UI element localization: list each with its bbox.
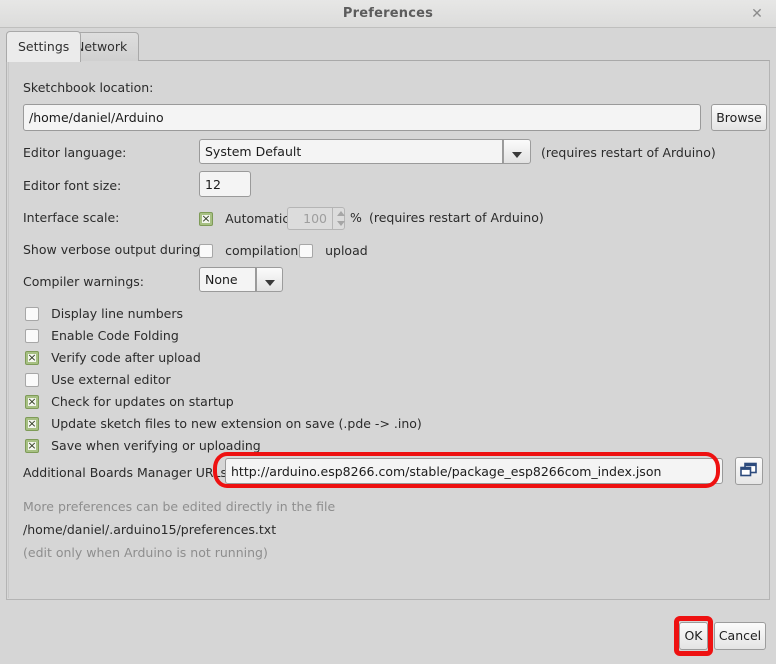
multi-window-icon bbox=[740, 462, 758, 480]
settings-panel-inner: Sketchbook location: Browse Editor langu… bbox=[8, 62, 769, 598]
stepper-up-icon bbox=[337, 211, 345, 216]
interface-scale-restart-note: (requires restart of Arduino) bbox=[369, 210, 544, 225]
interface-scale-value: 100 bbox=[287, 207, 332, 230]
checkbox-use-external-editor[interactable] bbox=[25, 373, 39, 387]
verbose-output-label: Show verbose output during: bbox=[23, 242, 204, 257]
option-row-enable-code-folding[interactable]: Enable Code Folding bbox=[25, 325, 179, 345]
tab-settings[interactable]: Settings bbox=[6, 31, 81, 62]
interface-scale-automatic-row[interactable]: Automatic bbox=[199, 208, 289, 228]
label-enable-code-folding: Enable Code Folding bbox=[51, 328, 179, 343]
sketchbook-location-label: Sketchbook location: bbox=[23, 80, 153, 95]
checkbox-save-when-verifying[interactable] bbox=[25, 439, 39, 453]
interface-scale-label: Interface scale: bbox=[23, 210, 119, 225]
verbose-upload-label: upload bbox=[325, 243, 368, 258]
editor-language-dropdown-button[interactable] bbox=[503, 139, 531, 164]
title-bar: Preferences ✕ bbox=[0, 0, 776, 28]
tab-strip: Settings Network bbox=[0, 28, 776, 61]
checkbox-verify-code-after-upload[interactable] bbox=[25, 351, 39, 365]
close-icon[interactable]: ✕ bbox=[748, 5, 766, 23]
checkbox-enable-code-folding[interactable] bbox=[25, 329, 39, 343]
option-row-update-sketch-files[interactable]: Update sketch files to new extension on … bbox=[25, 413, 422, 433]
chevron-down-icon bbox=[512, 152, 522, 158]
chevron-down-icon bbox=[265, 280, 275, 286]
interface-scale-percent: % bbox=[350, 210, 362, 225]
stepper-down-icon bbox=[337, 221, 345, 226]
editor-font-size-label: Editor font size: bbox=[23, 178, 121, 193]
verbose-upload-row[interactable]: upload bbox=[299, 240, 368, 260]
compiler-warnings-value[interactable]: None bbox=[199, 267, 256, 292]
checkbox-display-line-numbers[interactable] bbox=[25, 307, 39, 321]
label-use-external-editor: Use external editor bbox=[51, 372, 171, 387]
option-row-save-when-verifying[interactable]: Save when verifying or uploading bbox=[25, 435, 261, 455]
option-row-verify-code-after-upload[interactable]: Verify code after upload bbox=[25, 347, 201, 367]
preferences-dialog: Preferences ✕ Settings Network Sketchboo… bbox=[0, 0, 776, 664]
compiler-warnings-dropdown-button[interactable] bbox=[256, 267, 283, 292]
verbose-compilation-label: compilation bbox=[225, 243, 298, 258]
option-row-use-external-editor[interactable]: Use external editor bbox=[25, 369, 171, 389]
editor-language-value[interactable]: System Default bbox=[199, 139, 503, 164]
boards-manager-urls-input[interactable] bbox=[225, 458, 723, 484]
label-display-line-numbers: Display line numbers bbox=[51, 306, 183, 321]
sketchbook-location-input[interactable] bbox=[23, 104, 701, 131]
option-row-check-for-updates[interactable]: Check for updates on startup bbox=[25, 391, 234, 411]
cancel-button[interactable]: Cancel bbox=[714, 622, 766, 650]
option-row-display-line-numbers[interactable]: Display line numbers bbox=[25, 303, 183, 323]
boards-manager-urls-label: Additional Boards Manager URLs: bbox=[23, 465, 231, 480]
label-verify-code-after-upload: Verify code after upload bbox=[51, 350, 201, 365]
editor-language-restart-note: (requires restart of Arduino) bbox=[541, 145, 716, 160]
verbose-compilation-checkbox[interactable] bbox=[199, 244, 213, 258]
browse-button[interactable]: Browse bbox=[711, 104, 767, 131]
ok-button[interactable]: OK bbox=[679, 622, 708, 650]
footer-preferences-path: /home/daniel/.arduino15/preferences.txt bbox=[23, 522, 276, 537]
editor-font-size-input[interactable] bbox=[199, 171, 251, 197]
settings-panel: Sketchbook location: Browse Editor langu… bbox=[6, 60, 770, 600]
compiler-warnings-label: Compiler warnings: bbox=[23, 274, 144, 289]
verbose-compilation-row[interactable]: compilation bbox=[199, 240, 298, 260]
label-save-when-verifying: Save when verifying or uploading bbox=[51, 438, 261, 453]
checkbox-check-for-updates[interactable] bbox=[25, 395, 39, 409]
interface-scale-automatic-checkbox[interactable] bbox=[199, 212, 213, 226]
editor-language-label: Editor language: bbox=[23, 145, 126, 160]
interface-scale-stepper bbox=[332, 207, 345, 230]
interface-scale-automatic-label: Automatic bbox=[225, 211, 289, 226]
label-check-for-updates: Check for updates on startup bbox=[51, 394, 234, 409]
label-update-sketch-files: Update sketch files to new extension on … bbox=[51, 416, 422, 431]
footer-line-1: More preferences can be edited directly … bbox=[23, 499, 335, 514]
boards-manager-edit-button[interactable] bbox=[735, 457, 763, 485]
checkbox-update-sketch-files[interactable] bbox=[25, 417, 39, 431]
window-title: Preferences bbox=[0, 0, 776, 27]
footer-line-3: (edit only when Arduino is not running) bbox=[23, 545, 268, 560]
verbose-upload-checkbox[interactable] bbox=[299, 244, 313, 258]
